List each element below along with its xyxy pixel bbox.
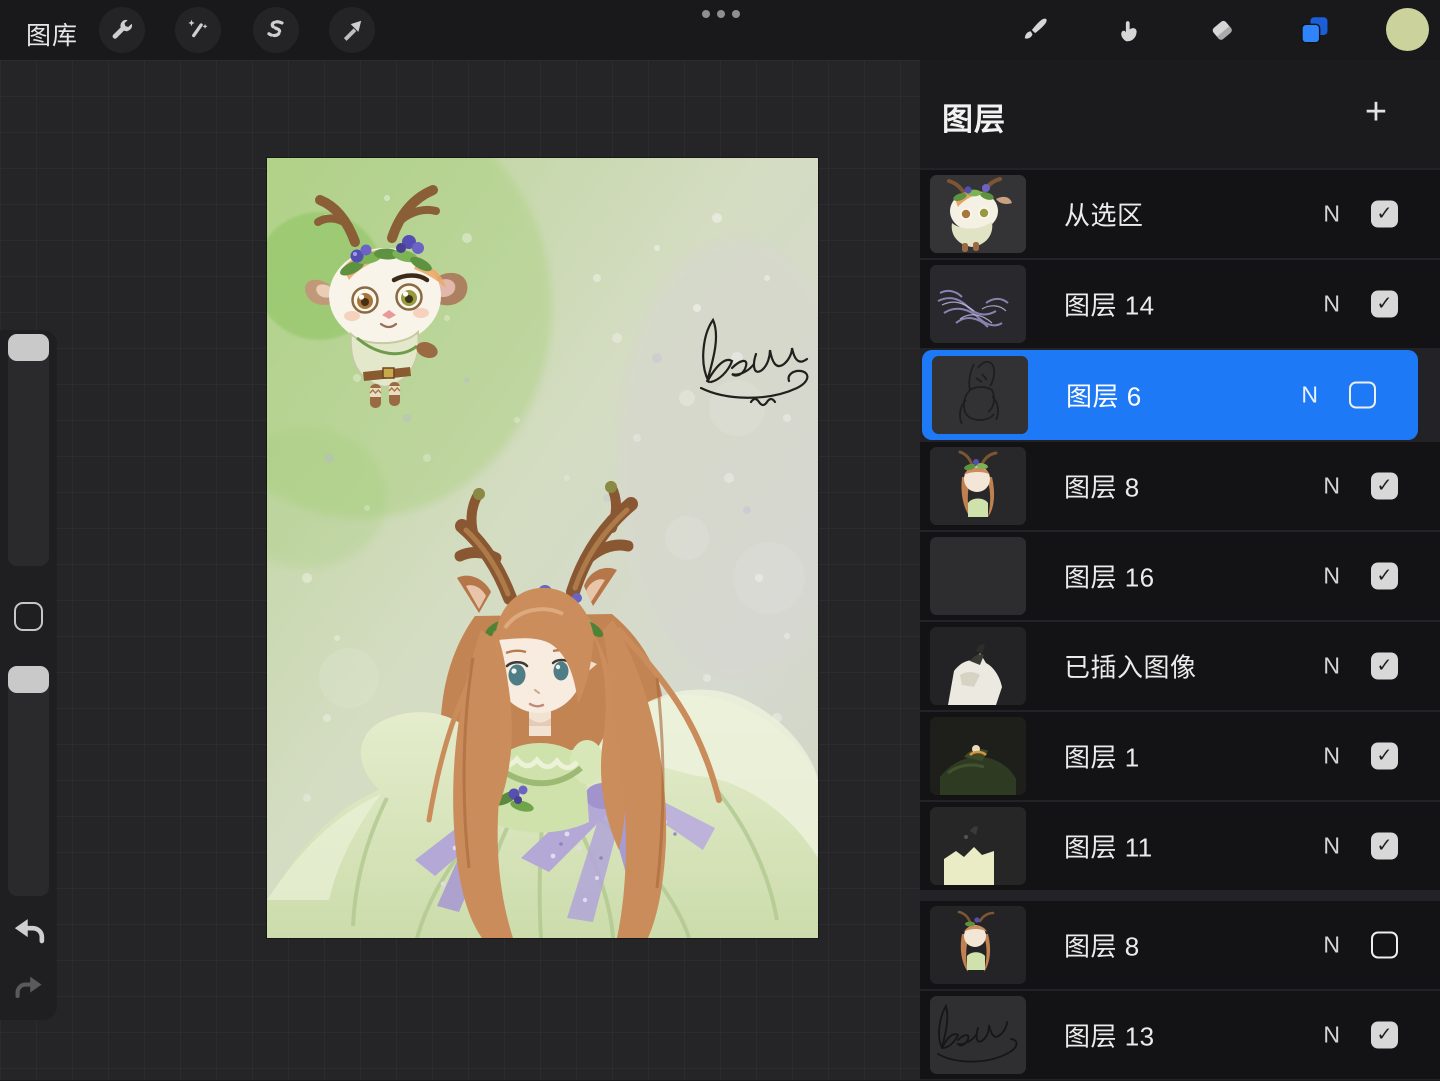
blend-mode-badge[interactable]: N xyxy=(1323,563,1340,590)
visibility-checkbox[interactable] xyxy=(1371,832,1398,860)
layer-thumbnail[interactable] xyxy=(930,906,1026,984)
layer-thumbnail[interactable] xyxy=(930,627,1026,705)
color-swatch[interactable] xyxy=(1386,8,1429,51)
blend-mode-badge[interactable]: N xyxy=(1323,833,1340,860)
layer-name: 图层 6 xyxy=(1066,381,1142,412)
adjustments-wand-icon[interactable] xyxy=(175,7,221,53)
blend-mode-badge[interactable]: N xyxy=(1323,653,1340,680)
layer-thumbnail[interactable] xyxy=(930,807,1026,885)
layers-icon[interactable] xyxy=(1291,7,1337,53)
blend-mode-badge[interactable]: N xyxy=(1323,291,1340,318)
layer-name: 图层 16 xyxy=(1064,562,1155,593)
blend-mode-badge[interactable]: N xyxy=(1323,932,1340,959)
layers-panel-title: 图层 xyxy=(942,102,1006,137)
layer-name: 图层 8 xyxy=(1064,931,1140,962)
layers-panel: 图层 + 从选区 N ✓ 图层 14 N ✓ 图层 6 N 图层 8 N ✓ 图… xyxy=(920,60,1440,1080)
drawing-canvas[interactable] xyxy=(267,158,818,938)
selection-icon[interactable] xyxy=(253,7,299,53)
visibility-checkbox[interactable] xyxy=(1371,742,1398,770)
blend-mode-badge[interactable]: N xyxy=(1323,743,1340,770)
transform-arrow-icon[interactable] xyxy=(329,7,375,53)
add-layer-button[interactable]: + xyxy=(1358,93,1394,132)
modify-button[interactable] xyxy=(14,602,43,631)
side-toolbar xyxy=(0,330,57,1020)
redo-button[interactable] xyxy=(13,972,45,1004)
blend-mode-badge[interactable]: N xyxy=(1323,1022,1340,1049)
more-options-icon[interactable] xyxy=(698,9,744,19)
layer-name: 图层 8 xyxy=(1064,472,1140,503)
layer-name: 从选区 xyxy=(1064,200,1144,231)
brush-icon[interactable] xyxy=(1012,7,1058,53)
layer-name: 图层 14 xyxy=(1064,290,1155,321)
brush-size-handle[interactable] xyxy=(8,334,49,361)
opacity-handle[interactable] xyxy=(8,666,49,693)
smudge-icon[interactable] xyxy=(1105,7,1151,53)
layer-name: 已插入图像 xyxy=(1064,652,1197,683)
layer-thumbnail[interactable] xyxy=(932,356,1028,434)
layer-name: 图层 11 xyxy=(1064,832,1153,863)
layer-row[interactable]: 图层 8 N xyxy=(920,901,1440,989)
layers-list: 从选区 N ✓ 图层 14 N ✓ 图层 6 N 图层 8 N ✓ 图层 16 … xyxy=(920,170,1440,1081)
layer-row[interactable]: 从选区 N xyxy=(920,170,1440,258)
actions-wrench-icon[interactable] xyxy=(99,7,145,53)
layer-row-selected[interactable]: 图层 6 N xyxy=(922,350,1418,440)
layer-row[interactable]: 图层 8 N xyxy=(920,442,1440,530)
visibility-checkbox[interactable] xyxy=(1349,381,1376,409)
eraser-icon[interactable] xyxy=(1199,7,1245,53)
brush-size-slider[interactable] xyxy=(8,334,49,566)
visibility-checkbox[interactable] xyxy=(1371,290,1398,318)
layers-panel-header: 图层 + xyxy=(920,60,1440,168)
layer-thumbnail[interactable] xyxy=(930,717,1026,795)
layer-row[interactable]: 图层 11 N xyxy=(920,802,1440,890)
visibility-checkbox[interactable] xyxy=(1371,931,1398,959)
layer-thumbnail[interactable] xyxy=(930,175,1026,253)
layer-row[interactable]: 图层 16 N xyxy=(920,532,1440,620)
opacity-slider[interactable] xyxy=(8,666,49,896)
layer-name: 图层 13 xyxy=(1064,1021,1155,1052)
blend-mode-badge[interactable]: N xyxy=(1323,473,1340,500)
layer-row[interactable]: 已插入图像 N xyxy=(920,622,1440,710)
undo-button[interactable] xyxy=(11,914,47,950)
layer-row[interactable]: 图层 1 N xyxy=(920,712,1440,800)
layer-row[interactable]: 图层 13 N xyxy=(920,991,1440,1079)
layer-thumbnail[interactable] xyxy=(930,447,1026,525)
visibility-checkbox[interactable] xyxy=(1371,1021,1398,1049)
visibility-checkbox[interactable] xyxy=(1371,472,1398,500)
visibility-checkbox[interactable] xyxy=(1371,562,1398,590)
layer-thumbnail[interactable] xyxy=(930,537,1026,615)
layer-name: 图层 1 xyxy=(1064,742,1140,773)
blend-mode-badge[interactable]: N xyxy=(1323,201,1340,228)
visibility-checkbox[interactable] xyxy=(1371,200,1398,228)
blend-mode-badge[interactable]: N xyxy=(1301,382,1318,409)
canvas-workspace[interactable]: 图层 + 从选区 N ✓ 图层 14 N ✓ 图层 6 N 图层 8 N ✓ 图… xyxy=(0,60,1440,1080)
gallery-button[interactable]: 图库 xyxy=(26,16,78,52)
layer-row[interactable]: 图层 14 N xyxy=(920,260,1440,348)
layer-thumbnail[interactable] xyxy=(930,996,1026,1074)
visibility-checkbox[interactable] xyxy=(1371,652,1398,680)
layer-thumbnail[interactable] xyxy=(930,265,1026,343)
top-toolbar: 图库 xyxy=(0,0,1440,60)
